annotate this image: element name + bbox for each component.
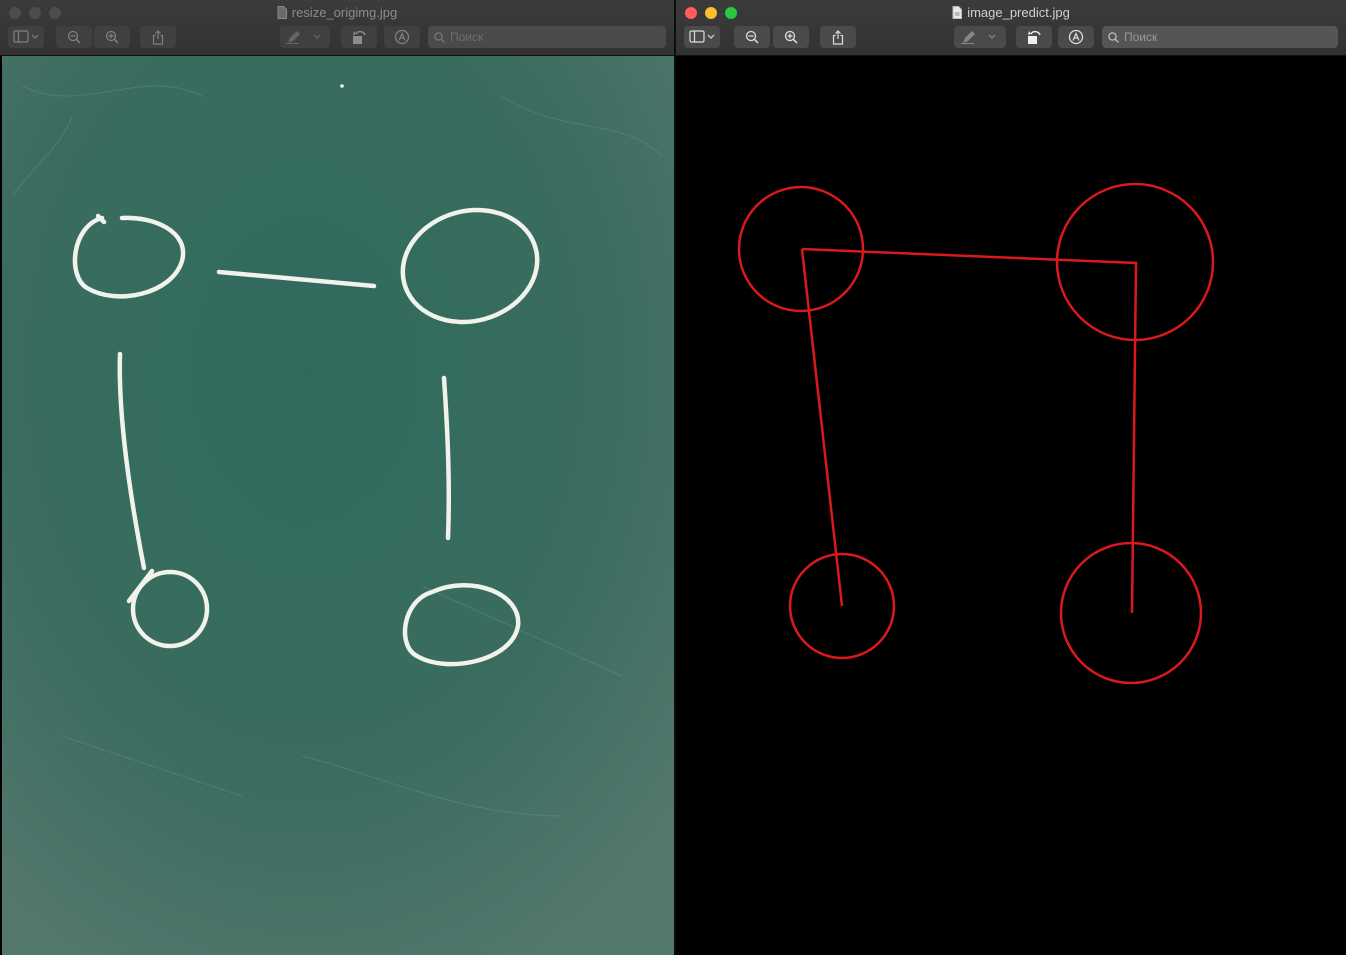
image-canvas	[2, 56, 674, 955]
annotate-button[interactable]	[384, 26, 420, 48]
window-title: image_predict.jpg	[676, 5, 1346, 22]
markup-pen-icon	[286, 31, 321, 44]
search-field[interactable]: Поиск	[428, 26, 666, 48]
markup-pen-button[interactable]	[280, 26, 330, 48]
rotate-button[interactable]	[1016, 26, 1052, 48]
node-circle	[1059, 541, 1203, 685]
zoom-in-icon	[784, 30, 798, 44]
share-button[interactable]	[140, 26, 176, 48]
toolbar: Поиск	[684, 26, 1338, 48]
zoom-out-button[interactable]	[734, 26, 770, 48]
search-placeholder: Поиск	[1124, 30, 1158, 44]
share-icon	[832, 29, 844, 45]
window-title-text: image_predict.jpg	[967, 5, 1070, 20]
zoom-out-button[interactable]	[56, 26, 92, 48]
titlebar: image_predict.jpg Поиск	[676, 0, 1346, 56]
document-icon	[277, 6, 287, 22]
search-placeholder: Поиск	[450, 30, 484, 44]
chalkboard-photo	[2, 56, 674, 955]
image-canvas	[676, 56, 1346, 955]
markup-pen-icon	[961, 31, 996, 44]
toolbar: Поиск	[8, 26, 666, 48]
annotate-button[interactable]	[1058, 26, 1094, 48]
zoom-in-button[interactable]	[94, 26, 130, 48]
zoom-out-icon	[745, 30, 759, 44]
window-title: resize_origimg.jpg	[0, 5, 674, 22]
share-icon	[152, 29, 164, 45]
rotate-icon	[1028, 30, 1041, 44]
search-field[interactable]: Поиск	[1102, 26, 1338, 48]
zoom-in-icon	[105, 30, 119, 44]
rotate-button[interactable]	[341, 26, 377, 48]
node-circle	[737, 185, 865, 313]
sidebar-toggle-button[interactable]	[684, 26, 720, 48]
sidebar-icon	[689, 30, 715, 43]
sidebar-toggle-button[interactable]	[8, 26, 44, 48]
share-button[interactable]	[820, 26, 856, 48]
zoom-in-button[interactable]	[773, 26, 809, 48]
search-icon	[434, 31, 445, 43]
preview-window-left: resize_origimg.jpg Поиск	[0, 0, 674, 955]
titlebar: resize_origimg.jpg Поиск	[0, 0, 674, 56]
document-icon	[952, 6, 963, 22]
markup-pen-button[interactable]	[954, 26, 1006, 48]
rotate-icon	[353, 30, 366, 44]
preview-window-right: image_predict.jpg Поиск	[676, 0, 1346, 955]
search-icon	[1108, 31, 1119, 43]
annotate-icon	[394, 29, 410, 45]
zoom-out-icon	[67, 30, 81, 44]
edge-line	[800, 248, 844, 607]
window-title-text: resize_origimg.jpg	[291, 5, 398, 20]
annotate-icon	[1068, 29, 1084, 45]
prediction-image	[737, 182, 1215, 685]
sidebar-icon	[13, 30, 39, 43]
